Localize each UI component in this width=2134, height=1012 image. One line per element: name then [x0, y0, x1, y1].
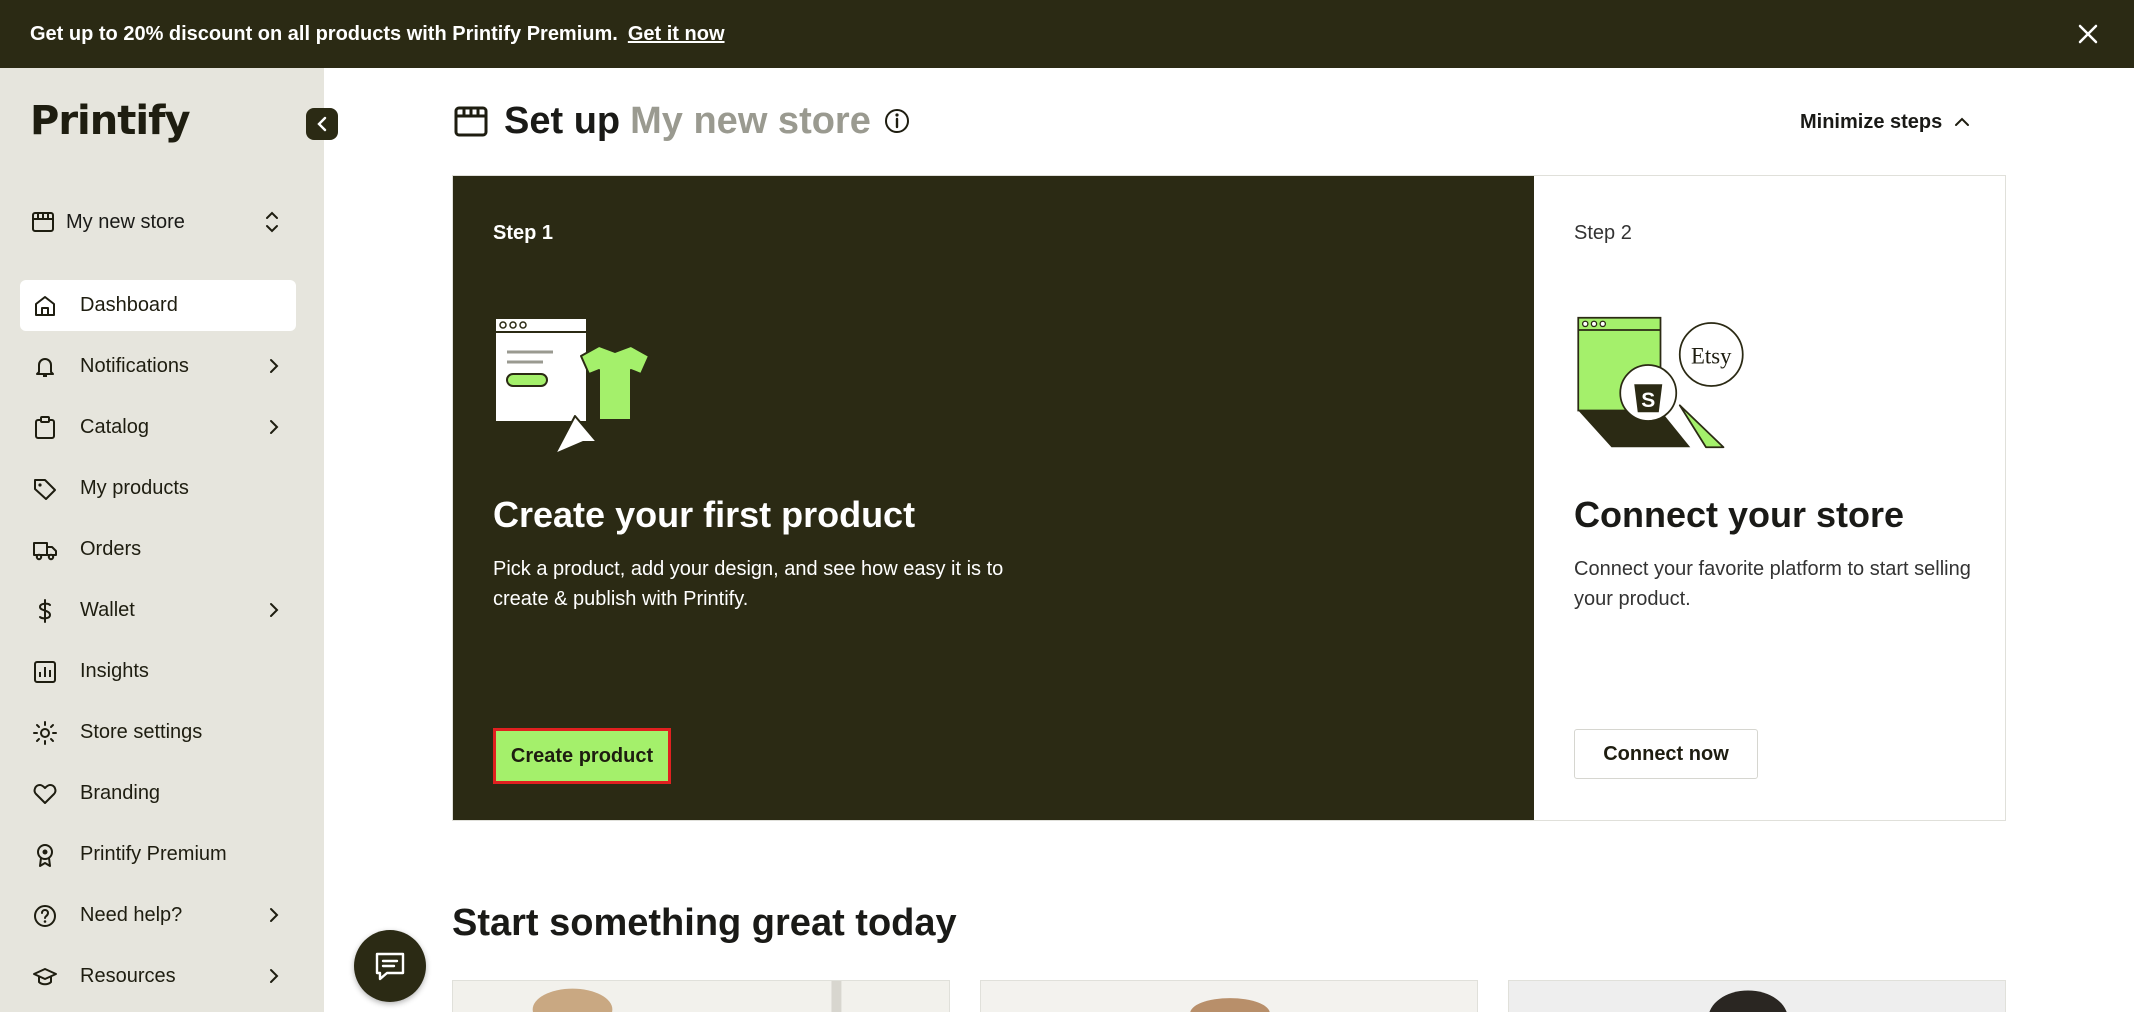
sidebar: Printify My new store Dashboard Notifica…: [0, 68, 338, 1012]
close-icon[interactable]: [2072, 18, 2104, 50]
collapse-sidebar-button[interactable]: [306, 108, 338, 140]
sidebar-item-resources[interactable]: Resources: [20, 951, 296, 1002]
chevron-right-icon: [270, 969, 279, 983]
graduation-cap-icon: [33, 967, 57, 985]
sidebar-item-notifications[interactable]: Notifications: [20, 341, 296, 392]
create-product-button[interactable]: Create product: [493, 728, 671, 784]
promo-banner-link[interactable]: Get it now: [628, 23, 725, 46]
store-selector[interactable]: My new store: [20, 200, 290, 244]
card-image: [1509, 981, 2005, 1012]
sidebar-item-insights[interactable]: Insights: [20, 646, 296, 697]
sidebar-item-printify-premium[interactable]: Printify Premium: [20, 829, 296, 880]
sidebar-item-dashboard[interactable]: Dashboard: [20, 280, 296, 331]
step-card-create-product: Step 1 Create your first product Pick a …: [453, 176, 1534, 820]
step-card-connect-store: Step 2 S Etsy Connect your store Connect…: [1534, 176, 2005, 820]
card-image: [981, 981, 1477, 1012]
sidebar-item-label: Store settings: [80, 721, 203, 743]
tag-icon: [34, 478, 56, 500]
printify-logo[interactable]: Printify: [30, 98, 191, 144]
setup-steps: Step 1 Create your first product Pick a …: [452, 175, 2006, 821]
chevron-up-down-icon: [266, 211, 278, 233]
gear-icon: [33, 720, 57, 745]
sidebar-item-label: Need help?: [80, 904, 183, 926]
store-selector-label: My new store: [66, 210, 185, 233]
chevron-right-icon: [270, 603, 279, 617]
connect-store-illustration: S Etsy: [1577, 316, 1744, 449]
card-image: [453, 981, 949, 1012]
promo-banner: Get up to 20% discount on all products w…: [0, 0, 2134, 68]
chevron-right-icon: [270, 908, 279, 922]
chevron-right-icon: [270, 359, 279, 373]
sidebar-item-label: Catalog: [80, 416, 149, 438]
sidebar-item-catalog[interactable]: Catalog: [20, 402, 296, 453]
sidebar-item-label: Notifications: [80, 355, 189, 377]
step-title: Create your first product: [493, 494, 916, 535]
collapse-icon: [317, 116, 327, 132]
etsy-badge-text: Etsy: [1691, 343, 1732, 368]
sidebar-item-need-help[interactable]: Need help?: [20, 890, 296, 941]
setup-title-prefix: Set up: [504, 99, 621, 142]
step-title: Connect your store: [1574, 494, 1905, 535]
content-card[interactable]: [1508, 980, 2006, 1012]
home-icon: [35, 295, 55, 316]
store-icon: [454, 106, 488, 137]
step-description: Pick a product, add your design, and see…: [493, 558, 1004, 610]
svg-text:S: S: [1641, 389, 1655, 412]
truck-icon: [33, 541, 57, 560]
sidebar-item-label: Resources: [80, 965, 176, 987]
setup-header: Set up My new store: [452, 96, 911, 146]
bell-icon: [36, 357, 54, 377]
setup-store-name: My new store: [630, 99, 871, 142]
info-icon[interactable]: [883, 107, 911, 135]
sidebar-item-branding[interactable]: Branding: [20, 768, 296, 819]
sidebar-item-label: Branding: [80, 782, 161, 804]
step-label: Step 2: [1574, 222, 1632, 244]
sidebar-item-store-settings[interactable]: Store settings: [20, 707, 296, 758]
content-card[interactable]: [980, 980, 1478, 1012]
sidebar-item-label: Dashboard: [80, 294, 178, 316]
promo-banner-text: Get up to 20% discount on all products w…: [30, 22, 618, 45]
sidebar-item-my-products[interactable]: My products: [20, 463, 296, 514]
badge-icon: [37, 843, 53, 867]
chevron-right-icon: [270, 420, 279, 434]
sidebar-item-label: Orders: [80, 538, 142, 560]
sidebar-item-label: My products: [80, 477, 189, 499]
sidebar-item-label: Printify Premium: [80, 843, 227, 865]
sidebar-nav: Dashboard Notifications Catalog My produ…: [20, 280, 296, 1012]
chat-icon: [375, 952, 405, 981]
section-title: Start something great today: [452, 902, 957, 944]
dollar-icon: [38, 598, 52, 623]
step-description: Connect your favorite platform to start …: [1574, 558, 1971, 610]
minimize-steps-label: Minimize steps: [1800, 110, 1943, 133]
create-product-illustration: [494, 317, 650, 455]
minimize-steps-button[interactable]: Minimize steps: [1800, 108, 1972, 136]
sidebar-item-label: Insights: [80, 660, 149, 682]
chart-icon: [34, 660, 56, 683]
heart-icon: [33, 783, 57, 804]
store-icon: [32, 212, 54, 232]
content-card[interactable]: [452, 980, 950, 1012]
sidebar-item-orders[interactable]: Orders: [20, 524, 296, 575]
step-label: Step 1: [493, 222, 554, 244]
help-icon: [34, 904, 56, 927]
connect-now-button[interactable]: Connect now: [1574, 729, 1758, 779]
sidebar-item-wallet[interactable]: Wallet: [20, 585, 296, 636]
sidebar-item-label: Wallet: [80, 599, 135, 621]
chevron-up-icon: [1955, 117, 1970, 126]
chat-button[interactable]: [354, 930, 426, 1002]
clipboard-icon: [35, 415, 55, 439]
